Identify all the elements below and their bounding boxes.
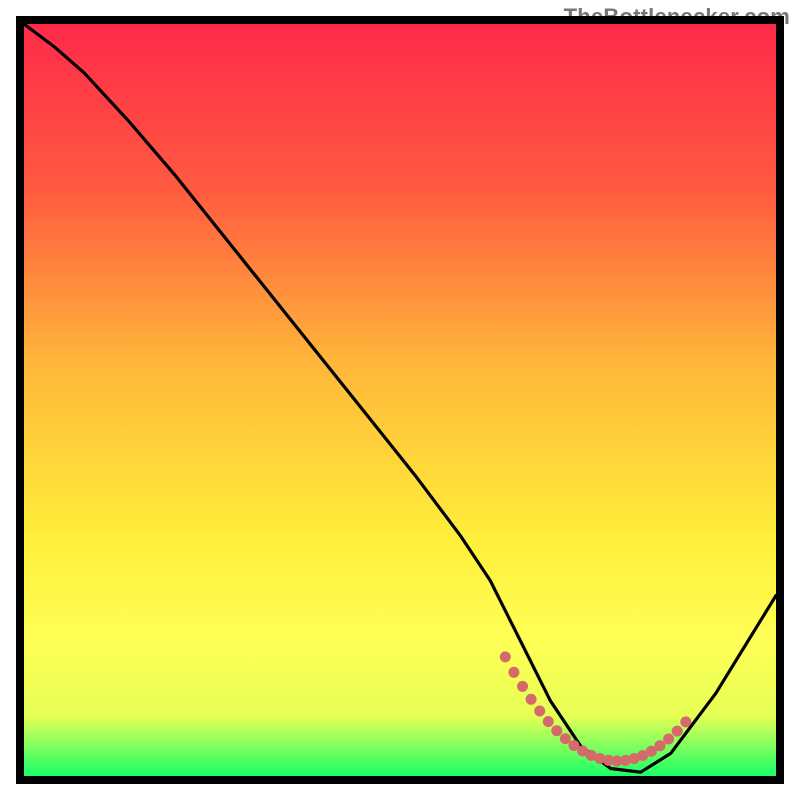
valley-bead [517, 681, 528, 692]
bottleneck-chart [0, 0, 800, 800]
valley-bead [500, 651, 511, 662]
valley-bead [663, 734, 674, 745]
chart-container: TheBottlenecker.com [0, 0, 800, 800]
valley-bead [655, 740, 666, 751]
plot-gradient-bg [24, 24, 776, 776]
valley-bead [680, 716, 691, 727]
valley-bead [543, 716, 554, 727]
valley-bead [526, 694, 537, 705]
valley-bead [560, 733, 571, 744]
valley-bead [551, 725, 562, 736]
valley-bead [534, 706, 545, 717]
valley-bead [508, 667, 519, 678]
valley-bead [672, 726, 683, 737]
